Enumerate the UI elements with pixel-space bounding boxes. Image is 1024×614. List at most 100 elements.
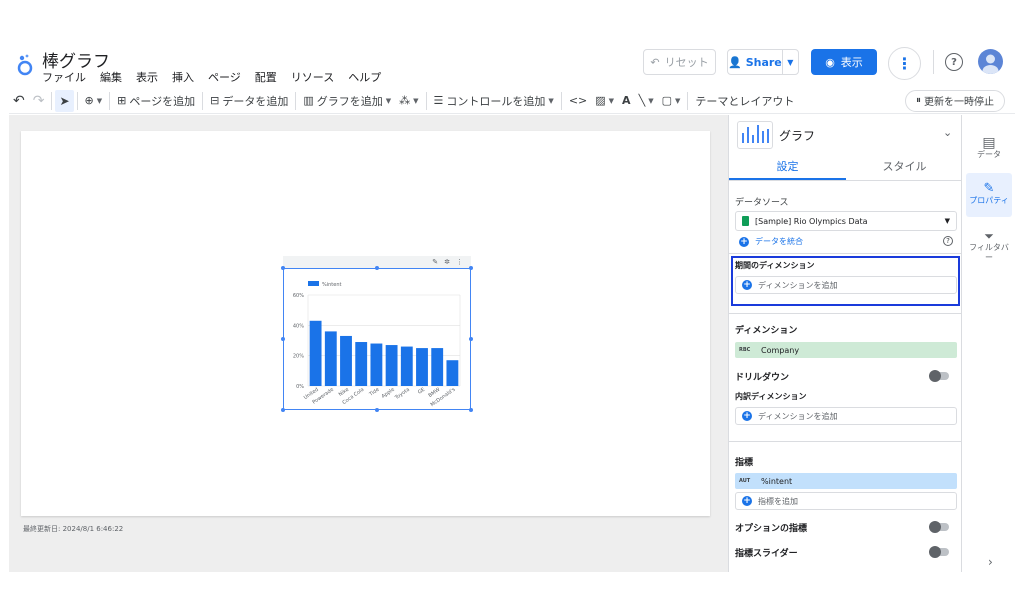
rail-item-filter-bar[interactable]: ⏷ フィルタバー [966,225,1012,269]
metric-slider-toggle[interactable] [929,546,949,558]
menu-insert[interactable]: 挿入 [165,69,201,85]
share-label: Share [745,55,782,69]
resize-handle[interactable] [469,266,473,270]
bar-chart-type-icon[interactable] [737,121,773,149]
rail-properties-label: プロパティ [969,196,1009,205]
shapes-icon: ⁂ [399,94,411,107]
add-data-button[interactable]: ⊟ データを追加 [206,90,292,112]
reset-button[interactable]: ↶ リセット [643,49,716,75]
chevron-right-icon[interactable]: › [988,555,993,569]
share-dropdown-icon[interactable]: ▼ [783,58,798,67]
add-person-icon: 👤 [728,55,742,69]
blend-data-link[interactable]: + データを統合 [739,236,803,247]
menu-help[interactable]: ヘルプ [341,69,388,85]
properties-header: グラフ ⌄ [729,115,961,155]
x-tick-label: GE [417,387,426,396]
dimension-label: ディメンション [735,326,798,336]
resize-handle[interactable] [469,337,473,341]
add-page-button[interactable]: ⊞ ページを追加 [113,90,199,112]
optional-metrics-toggle[interactable] [929,521,949,533]
bar [431,348,444,386]
view-button[interactable]: ◉ 表示 [811,49,877,75]
rail-item-data[interactable]: ▤ データ [966,127,1012,171]
text-box-icon[interactable]: A [618,90,635,112]
avatar[interactable] [978,49,1003,74]
resize-handle[interactable] [281,408,285,412]
redo-icon[interactable]: ↷ [29,90,49,112]
explore-icon[interactable]: ✲ [444,258,450,266]
menu-page[interactable]: ページ [201,69,248,85]
add-dimension-label: ディメンションを追加 [758,411,838,421]
chevron-down-icon[interactable]: ⌄ [943,126,952,139]
y-tick-label: 20% [293,354,304,360]
community-viz-button[interactable]: ⁂ ▼ [395,90,422,112]
chart-frame[interactable]: %intent 0% 20% 40% 60% United Powerade Nike Coca… [283,268,471,410]
add-control-button[interactable]: ☰ コントロールを追加 ▼ [430,90,558,112]
add-circle-icon: + [742,496,752,506]
select-pointer-icon[interactable]: ➤ [55,89,74,112]
add-metric-field[interactable]: + 指標を追加 [735,492,957,510]
toolbar-divider [202,91,204,110]
add-date-dimension-field[interactable]: + ディメンションを追加 [735,276,957,294]
embed-code-icon[interactable]: <> [565,90,591,112]
filter-funnel-icon: ⏷ [984,229,994,243]
shape-button[interactable]: ▢ ▼ [658,90,685,112]
resize-handle[interactable] [281,266,285,270]
pencil-icon: ✎ [983,181,995,196]
side-rail: ▤ データ ✎ プロパティ ⏷ フィルタバー › [962,115,1015,572]
add-chart-icon: ▥ [303,94,314,107]
menu-arrange[interactable]: 配置 [248,69,284,85]
resize-handle[interactable] [281,337,285,341]
x-tick-label: Toyota [393,387,411,402]
menu-file[interactable]: ファイル [42,69,93,85]
data-table-icon: ▤ [982,135,996,151]
undo-icon[interactable]: ↶ [9,90,29,112]
add-circle-icon: + [739,236,749,247]
more-options-icon[interactable]: ⋮ [888,47,921,80]
chart-more-icon[interactable]: ⋮ [456,258,463,266]
section-divider [729,313,961,314]
help-icon[interactable]: ? [945,53,963,71]
report-page[interactable]: ✎ ✲ ⋮ %intent 0% 20% 40% 60% United Powerade Ni… [21,131,710,516]
drill-down-toggle[interactable] [929,370,949,382]
legend-swatch [308,281,319,286]
dimension-chip[interactable]: RBC Company [735,342,957,358]
y-tick-label: 60% [293,293,304,299]
edit-pencil-icon[interactable]: ✎ [432,258,438,266]
theme-layout-button[interactable]: テーマとレイアウト [691,90,798,112]
chart-svg: %intent0%20%40%60%UnitedPowerade NikeCoca… [293,281,461,408]
bar [324,331,337,386]
section-divider [729,253,961,254]
chart-type-title: グラフ [779,129,816,143]
tab-setup[interactable]: 設定 [729,155,846,180]
looker-studio-logo-icon[interactable] [16,53,34,77]
rectangle-icon: ▢ [661,94,672,107]
pause-refresh-button[interactable]: ⏸ 更新を一時停止 [905,89,1005,112]
add-breakdown-dimension-field[interactable]: + ディメンションを追加 [735,407,957,425]
resize-handle[interactable] [375,408,379,412]
add-circle-icon: + [742,411,752,421]
resize-handle[interactable] [469,408,473,412]
y-tick-label: 40% [293,323,304,329]
resize-handle[interactable] [375,266,379,270]
zoom-button[interactable]: ⊕ ▼ [81,90,107,112]
menu-edit[interactable]: 編集 [93,69,129,85]
bar-chart-widget[interactable]: ✎ ✲ ⋮ %intent 0% 20% 40% 60% United Powerade Ni… [281,256,473,412]
menu-view[interactable]: 表示 [129,69,165,85]
image-button[interactable]: ▨ ▼ [591,90,618,112]
add-chart-button[interactable]: ▥ グラフを追加 ▼ [299,90,395,112]
rail-item-properties[interactable]: ✎ プロパティ [966,173,1012,217]
add-metric-label: 指標を追加 [758,496,798,506]
toolbar-divider [51,91,53,110]
metric-chip[interactable]: AUT %intent [735,473,957,489]
line-button[interactable]: ╲ ▼ [635,90,658,112]
bar [309,320,322,386]
data-source-select[interactable]: [Sample] Rio Olympics Data ▼ [735,211,957,231]
help-icon[interactable]: ? [943,236,953,246]
tab-style[interactable]: スタイル [846,155,961,180]
data-source-label: データソース [735,198,789,208]
menu-resource[interactable]: リソース [284,69,341,85]
share-button[interactable]: 👤 Share ▼ [727,49,799,75]
dimension-value: Company [761,345,800,355]
image-icon: ▨ [595,94,606,107]
